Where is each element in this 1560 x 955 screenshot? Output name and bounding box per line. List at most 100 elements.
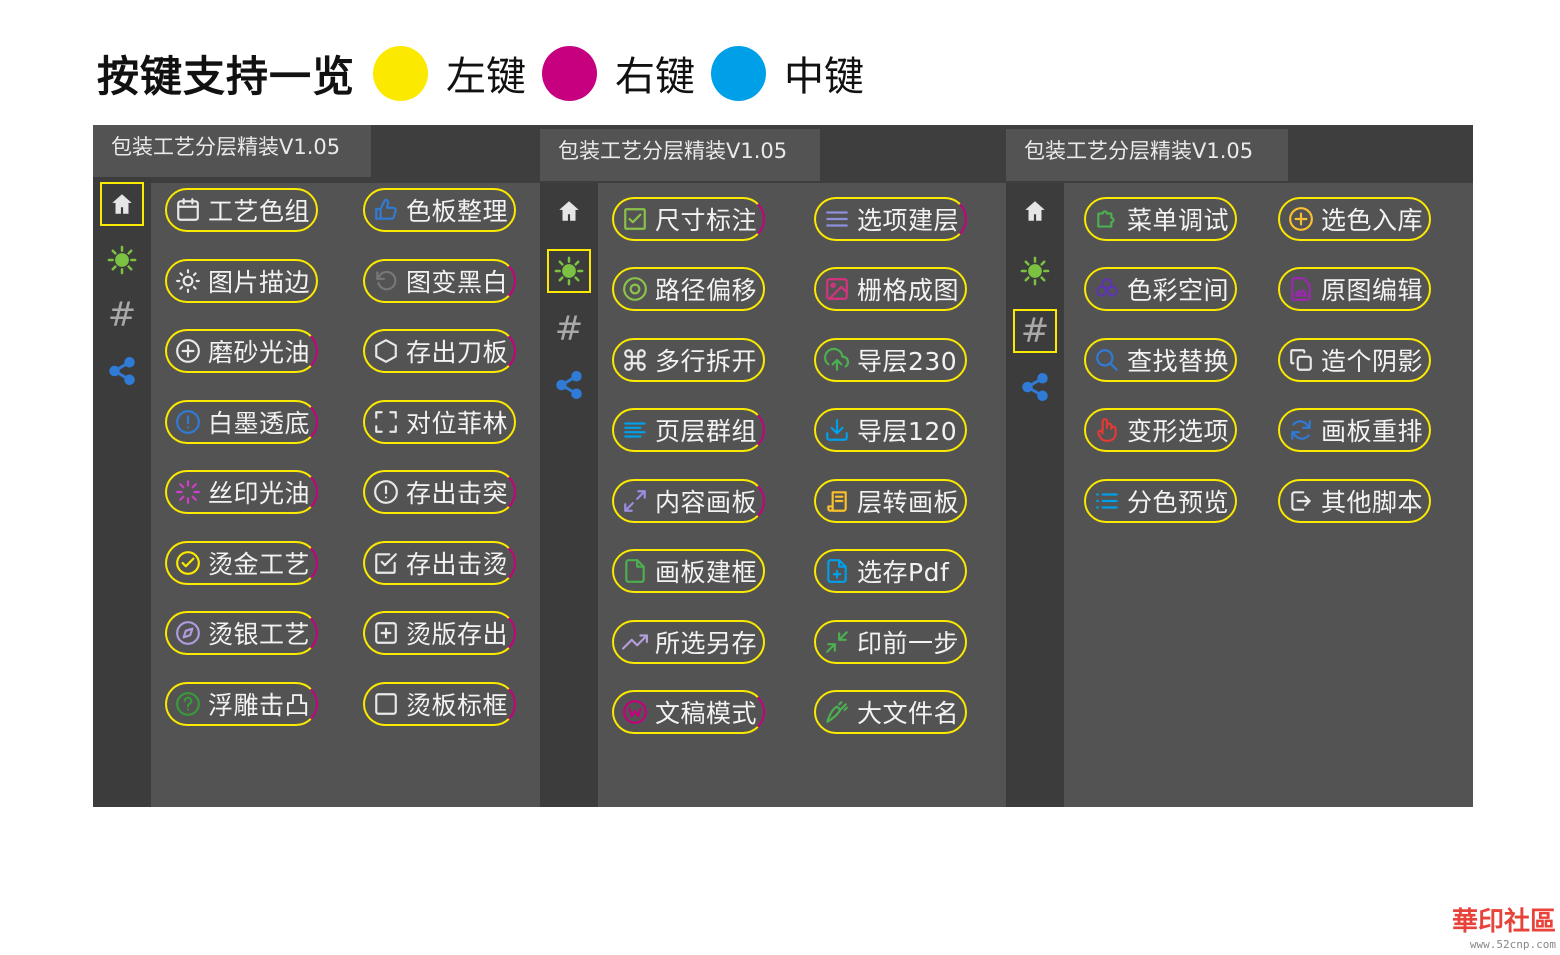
script-button-label: 选存Pdf	[857, 558, 950, 587]
search-icon	[1094, 347, 1120, 373]
script-button[interactable]: 画板建框	[612, 549, 765, 593]
script-button-label: 页层群组	[655, 417, 758, 446]
script-button-label: 图片描边	[208, 268, 311, 297]
sidebar-sun-button[interactable]	[547, 249, 591, 293]
script-button-label: 存出击突	[406, 479, 509, 508]
script-button-label: 菜单调试	[1127, 206, 1230, 235]
script-button[interactable]: 烫金工艺	[165, 541, 318, 585]
script-button[interactable]: 印前一步	[814, 620, 967, 664]
script-button-label: 烫板标框	[406, 691, 509, 720]
script-button[interactable]: 选色入库	[1278, 197, 1431, 241]
script-button[interactable]: 页层群组	[612, 408, 765, 452]
script-button-label: 多行拆开	[655, 347, 758, 376]
script-button[interactable]: 大文件名	[814, 690, 967, 734]
script-button[interactable]: 色彩空间	[1084, 267, 1237, 311]
check-circle-icon	[175, 550, 201, 576]
script-button[interactable]: 多行拆开	[612, 338, 765, 382]
panel-tab-title[interactable]: 包装工艺分层精装V1.05	[1006, 129, 1288, 181]
sun-icon	[1020, 256, 1050, 286]
script-button[interactable]: 变形选项	[1084, 408, 1237, 452]
script-button[interactable]: 选项建层	[814, 197, 967, 241]
script-button-label: 烫银工艺	[208, 620, 311, 649]
script-button[interactable]: 烫银工艺	[165, 611, 318, 655]
sidebar-hash-button[interactable]: #	[1013, 309, 1057, 353]
script-button[interactable]: 丝印光油	[165, 470, 318, 514]
script-button[interactable]: 磨砂光油	[165, 329, 318, 373]
script-button[interactable]: 色板整理	[363, 188, 516, 232]
sidebar-share-button[interactable]	[1013, 365, 1057, 409]
script-button[interactable]: 分色预览	[1084, 479, 1237, 523]
alert-circle-icon	[373, 479, 399, 505]
script-button[interactable]: 烫板标框	[363, 682, 516, 726]
script-button[interactable]: 对位菲林	[363, 400, 516, 444]
script-button[interactable]: 导层120	[814, 408, 967, 452]
script-button[interactable]: 文稿模式	[612, 690, 765, 734]
script-button-label: 其他脚本	[1321, 488, 1424, 517]
script-button-label: 画板建框	[655, 558, 758, 587]
script-button-label: 所选另存	[655, 629, 758, 658]
script-button-label: 原图编辑	[1321, 276, 1424, 305]
sidebar-sun-button[interactable]	[1013, 249, 1057, 293]
script-button[interactable]: 路径偏移	[612, 267, 765, 311]
script-button[interactable]: 选存Pdf	[814, 549, 967, 593]
panel-tab-title[interactable]: 包装工艺分层精装V1.05	[93, 125, 371, 177]
sidebar-hash-button[interactable]: #	[547, 307, 591, 351]
plus-circle-icon	[1288, 206, 1314, 232]
sun-icon	[554, 256, 584, 286]
script-button[interactable]: 所选另存	[612, 620, 765, 664]
plus-circle-icon	[175, 338, 201, 364]
script-button-label: 变形选项	[1127, 417, 1230, 446]
script-button-label: 导层230	[857, 347, 958, 376]
script-button[interactable]: 导层230	[814, 338, 967, 382]
loader-icon	[175, 479, 201, 505]
maximize-icon	[622, 488, 648, 514]
plugin-panel-2: 包装工艺分层精装V1.05 # 尺寸标注 选项建层路径偏移 栅格成图多行拆开 导层230 页…	[540, 125, 1006, 807]
file-icon	[622, 558, 648, 584]
script-button[interactable]: 浮雕击凸	[165, 682, 318, 726]
script-button[interactable]: 造个阴影	[1278, 338, 1431, 382]
sidebar-share-button[interactable]	[547, 363, 591, 407]
script-button[interactable]: 图变黑白	[363, 259, 516, 303]
hexagon-icon	[373, 338, 399, 364]
script-button[interactable]: 白墨透底	[165, 400, 318, 444]
script-button[interactable]: 烫版存出	[363, 611, 516, 655]
right-click-label: 右键	[615, 54, 696, 100]
home-icon	[109, 191, 135, 217]
script-button-label: 层转画板	[857, 488, 960, 517]
script-button-label: 选项建层	[857, 206, 960, 235]
file-plus-icon	[824, 558, 850, 584]
script-button[interactable]: 图片描边	[165, 259, 318, 303]
script-button[interactable]: 原图编辑	[1278, 267, 1431, 311]
script-button[interactable]: 工艺色组	[165, 188, 318, 232]
script-button[interactable]: 查找替换	[1084, 338, 1237, 382]
script-button[interactable]: 存出刀板	[363, 329, 516, 373]
script-button[interactable]: 存出击突	[363, 470, 516, 514]
plus-square-icon	[373, 620, 399, 646]
script-button-label: 大文件名	[857, 699, 960, 728]
panel-tab-title[interactable]: 包装工艺分层精装V1.05	[540, 129, 820, 181]
script-button[interactable]: 层转画板	[814, 479, 967, 523]
script-button[interactable]: 尺寸标注	[612, 197, 765, 241]
script-button[interactable]: 菜单调试	[1084, 197, 1237, 241]
script-button[interactable]: 栅格成图	[814, 267, 967, 311]
watermark: 華印社區 www.52cnp.com	[1452, 901, 1556, 951]
script-button[interactable]: 内容画板	[612, 479, 765, 523]
script-button[interactable]: 画板重排	[1278, 408, 1431, 452]
sidebar-hash-button[interactable]: #	[100, 293, 144, 337]
sidebar-sun-button[interactable]	[100, 238, 144, 282]
script-button-label: 尺寸标注	[655, 206, 758, 235]
hash-icon: #	[554, 309, 584, 349]
script-button-label: 丝印光油	[208, 479, 311, 508]
middle-click-dot	[711, 45, 767, 101]
script-button[interactable]: 存出击烫	[363, 541, 516, 585]
home-icon	[1022, 198, 1048, 224]
home-icon	[556, 198, 582, 224]
script-button-label: 磨砂光油	[208, 338, 311, 367]
image-icon	[824, 276, 850, 302]
sidebar-share-button[interactable]	[100, 349, 144, 393]
script-button[interactable]: 其他脚本	[1278, 479, 1431, 523]
sidebar-home-button[interactable]	[1013, 189, 1057, 233]
sidebar-home-button[interactable]	[547, 189, 591, 233]
list-icon	[1094, 488, 1120, 514]
sidebar-home-button[interactable]	[100, 182, 144, 226]
